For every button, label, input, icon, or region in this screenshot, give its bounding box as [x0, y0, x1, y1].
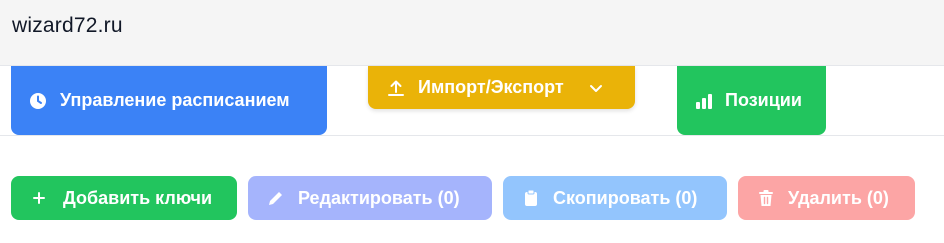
schedule-management-label: Управление расписанием [60, 90, 290, 110]
plus-icon [29, 188, 49, 208]
clock-icon [28, 91, 48, 111]
import-export-button[interactable]: Импорт/Экспорт [368, 66, 635, 109]
positions-button[interactable]: Позиции [677, 66, 826, 135]
add-keys-label: Добавить ключи [63, 187, 213, 208]
copy-button[interactable]: Скопировать (0) [503, 176, 727, 220]
site-title: wizard72.ru [12, 14, 123, 37]
pencil-icon [266, 188, 286, 208]
chevron-down-icon [586, 78, 606, 98]
schedule-management-button[interactable]: Управление расписанием [11, 66, 327, 135]
delete-button[interactable]: Удалить (0) [738, 176, 915, 220]
upload-icon [386, 78, 406, 98]
add-keys-button[interactable]: Добавить ключи [11, 176, 237, 220]
copy-label: Скопировать (0) [553, 187, 698, 208]
delete-label: Удалить (0) [788, 187, 889, 208]
positions-label: Позиции [725, 90, 802, 110]
clipboard-icon [521, 188, 541, 208]
section-divider [0, 135, 944, 136]
top-bar: wizard72.ru [0, 0, 944, 66]
edit-button[interactable]: Редактировать (0) [248, 176, 492, 220]
trash-icon [756, 188, 776, 208]
import-export-label: Импорт/Экспорт [418, 77, 564, 97]
edit-label: Редактировать (0) [298, 187, 460, 208]
bar-chart-icon [694, 91, 714, 111]
